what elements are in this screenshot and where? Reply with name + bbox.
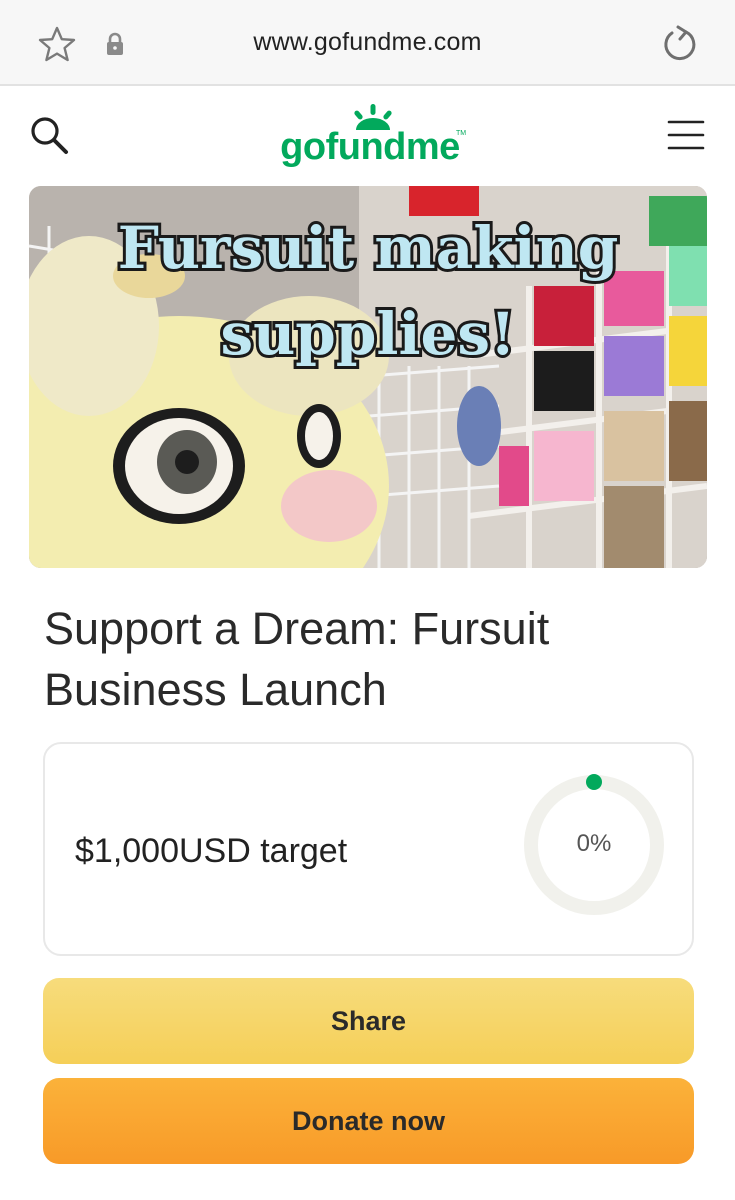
url-text[interactable]: www.gofundme.com <box>0 28 735 57</box>
reload-icon[interactable] <box>658 24 698 64</box>
site-header: gofundme TM <box>0 88 735 186</box>
progress-ring-indicator <box>586 774 602 790</box>
donate-now-button[interactable]: Donate now <box>43 1078 694 1164</box>
hero-overlay-line2: supplies! <box>220 300 515 368</box>
campaign-title: Support a Dream: Fursuit Business Launch <box>44 603 550 715</box>
goal-target-text: $1,000USD target <box>75 832 348 870</box>
goal-card: $1,000USD target 0% <box>43 742 694 956</box>
gofundme-logo[interactable]: gofundme TM <box>270 102 470 172</box>
search-icon[interactable] <box>28 114 72 158</box>
hamburger-menu-icon[interactable] <box>666 118 706 152</box>
progress-percent: 0% <box>576 830 612 857</box>
logo-wordmark: gofundme <box>280 126 460 168</box>
logo-trademark: TM <box>456 130 467 137</box>
share-button[interactable]: Share <box>43 978 694 1064</box>
browser-address-bar: www.gofundme.com <box>0 0 735 86</box>
campaign-hero-image[interactable]: Fursuit making supplies! <box>29 186 707 568</box>
hero-overlay-line1: Fursuit making <box>118 214 619 282</box>
